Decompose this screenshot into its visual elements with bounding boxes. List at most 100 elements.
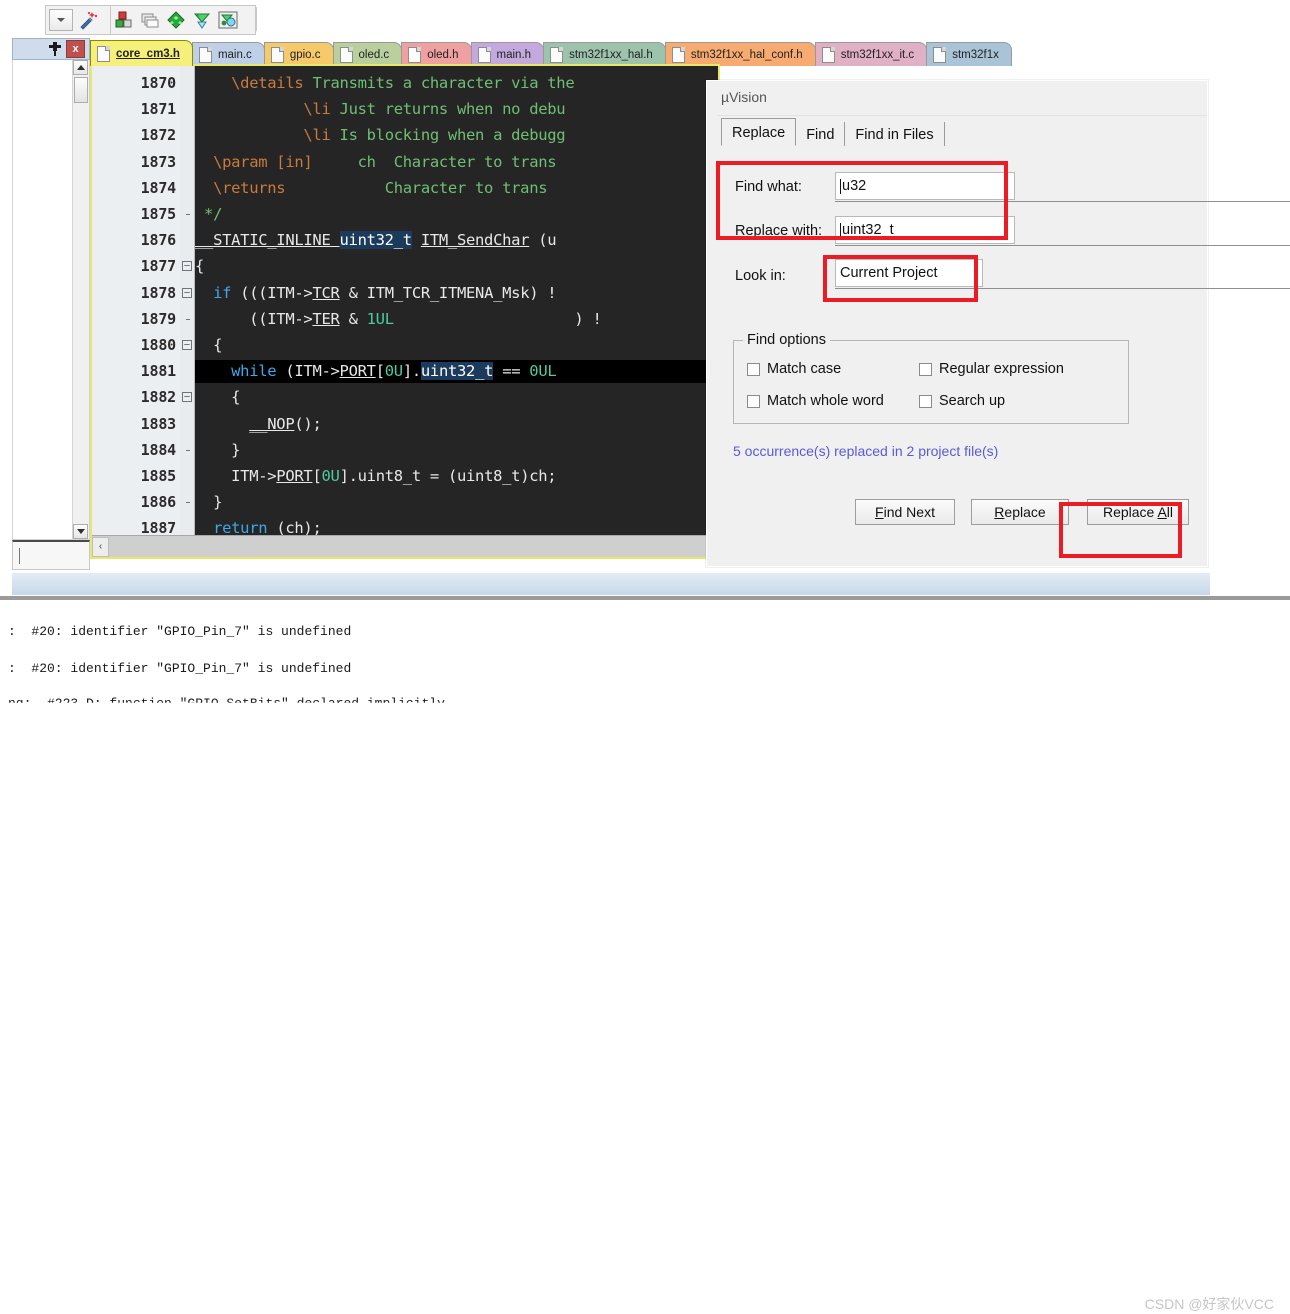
document-icon <box>933 46 947 63</box>
fold-toggle-icon[interactable]: – <box>182 340 192 350</box>
find-what-input[interactable]: u32 <box>835 172 1015 200</box>
dialog-title: µVision <box>721 89 767 105</box>
code-token: */ <box>195 205 223 223</box>
replace-button[interactable]: Replace <box>971 499 1069 525</box>
pack-installer-icon[interactable] <box>215 8 241 32</box>
code-editor-surface[interactable]: \details Transmits a character via the \… <box>92 66 718 535</box>
regular-expression-checkbox[interactable]: Regular expression <box>919 361 1064 377</box>
code-token: __STATIC_INLINE <box>195 231 340 250</box>
match-whole-word-label: Match whole word <box>767 393 884 409</box>
checkbox-box[interactable] <box>747 362 760 376</box>
fold-toggle-icon[interactable]: – <box>182 261 192 272</box>
hscrollbar-track[interactable] <box>109 536 718 557</box>
editor-tab-stm32f1xx-it-c[interactable]: stm32f1xx_it.c <box>814 42 928 66</box>
line-number: 1886 <box>140 493 177 512</box>
build-output-line: : #20: identifier "GPIO_Pin_7" is undefi… <box>8 624 352 639</box>
batch-build-icon[interactable] <box>137 8 163 32</box>
fold-guide-line <box>186 449 190 451</box>
look-in-label: Look in: <box>735 268 786 284</box>
checkbox-box[interactable] <box>919 362 932 376</box>
editor-tab-stm32f1xx-hal-h[interactable]: stm32f1xx_hal.h <box>543 42 666 66</box>
code-token: [ <box>375 362 385 381</box>
editor-tab-oled-c[interactable]: oled.c <box>332 42 403 66</box>
options-target-icon[interactable] <box>163 8 189 32</box>
editor-tab-stm32f1xx-hal-conf-h[interactable]: stm32f1xx_hal_conf.h <box>664 42 816 66</box>
fold-toggle-icon[interactable]: – <box>182 392 192 403</box>
code-token: } <box>195 440 241 459</box>
editor-horizontal-scrollbar[interactable]: ‹ <box>92 535 718 557</box>
replace-with-label: Replace with: <box>735 223 823 239</box>
editor-tab-gpio-c[interactable]: gpio.c <box>263 42 334 66</box>
code-token: & ITM_TCR_ITMENA_Msk) ! <box>339 283 557 302</box>
match-whole-word-checkbox[interactable]: Match whole word <box>747 393 884 409</box>
toolbar-group-wizard <box>75 5 110 35</box>
scroll-left-icon[interactable]: ‹ <box>92 536 109 557</box>
editor-tab-main-h[interactable]: main.h <box>470 42 545 66</box>
editor-tab-oled-h[interactable]: oled.h <box>401 42 472 66</box>
code-token: uint32_t <box>339 231 412 250</box>
project-panel-footer <box>12 540 90 570</box>
dialog-tab-find-in-files[interactable]: Find in Files <box>845 122 945 146</box>
editor-tab-label: core_cm3.h <box>116 47 180 60</box>
close-icon[interactable]: x <box>66 40 85 58</box>
dialog-tab-label: Replace <box>732 125 786 141</box>
line-number: 1880 <box>140 336 177 354</box>
dialog-tab-replace[interactable]: Replace <box>721 118 797 146</box>
scrollbar-thumb[interactable] <box>74 77 88 103</box>
fold-margin[interactable] <box>180 66 195 535</box>
search-up-checkbox[interactable]: Search up <box>919 393 1005 409</box>
code-token: { <box>195 388 241 407</box>
auto-hide-pin-icon[interactable] <box>48 42 62 56</box>
checkbox-box[interactable] <box>919 394 932 408</box>
find-options-title: Find options <box>743 332 830 348</box>
left-dock-header: x <box>12 38 90 60</box>
build-target-icon[interactable] <box>111 8 137 32</box>
search-up-label: Search up <box>939 393 1006 409</box>
chevron-down-icon[interactable] <box>49 9 73 31</box>
editor-tab-label: stm32f1xx_hal_conf.h <box>690 48 803 61</box>
line-number: 1879 <box>140 309 177 328</box>
dialog-tab-find[interactable]: Find <box>796 122 846 146</box>
scroll-up-icon[interactable] <box>73 60 88 75</box>
editor-tab-core-cm3-h[interactable]: core_cm3.h <box>90 40 193 66</box>
code-line: while (ITM->PORT[0U].uint32_t == 0UL <box>195 362 557 381</box>
line-number: 1875 <box>140 205 177 223</box>
look-in-combo[interactable]: Current Project <box>835 259 983 287</box>
find-next-button[interactable]: Find Next <box>855 499 955 525</box>
dialog-tabs: Replace Find Find in Files <box>721 118 945 146</box>
code-token: return <box>213 519 268 535</box>
magic-wand-icon[interactable] <box>75 8 101 32</box>
code-token: ITM_SendChar <box>420 231 530 250</box>
scroll-down-icon[interactable] <box>73 524 88 539</box>
fold-toggle-icon[interactable]: – <box>182 287 192 298</box>
manage-runtime-icon[interactable] <box>189 8 215 32</box>
editor-tab-main-c[interactable]: main.c <box>191 42 265 66</box>
regular-expression-label: Regular expression <box>939 361 1064 377</box>
code-line: \li Just returns when no debu <box>195 100 565 118</box>
code-line: if (((ITM->TCR & ITM_TCR_ITMENA_Msk) ! <box>195 283 557 302</box>
fold-guide-line <box>186 318 190 320</box>
checkbox-box[interactable] <box>747 394 760 408</box>
code-token: == <box>493 362 530 381</box>
find-next-label: Find Next <box>875 504 935 520</box>
editor-tab-label: main.h <box>496 48 532 61</box>
watermark: CSDN @好家伙VCC <box>1144 1296 1274 1312</box>
replace-with-input[interactable]: uint32_t <box>835 216 1015 244</box>
editor-tab-stm32f1x[interactable]: stm32f1x <box>926 42 1012 66</box>
project-panel-scrollbar[interactable] <box>72 60 89 539</box>
code-token: & <box>339 309 367 328</box>
code-token: \returns <box>213 178 286 197</box>
match-case-checkbox[interactable]: Match case <box>747 361 841 377</box>
code-text-area[interactable]: \details Transmits a character via the \… <box>195 66 718 535</box>
line-number: 1871 <box>140 100 177 119</box>
replace-result-message: 5 occurrence(s) replaced in 2 project fi… <box>733 443 999 459</box>
replace-all-button[interactable]: Replace All <box>1087 499 1189 525</box>
line-number: 1882 <box>140 388 177 407</box>
build-output-panel[interactable]: : #20: identifier "GPIO_Pin_7" is undefi… <box>0 604 1290 1312</box>
